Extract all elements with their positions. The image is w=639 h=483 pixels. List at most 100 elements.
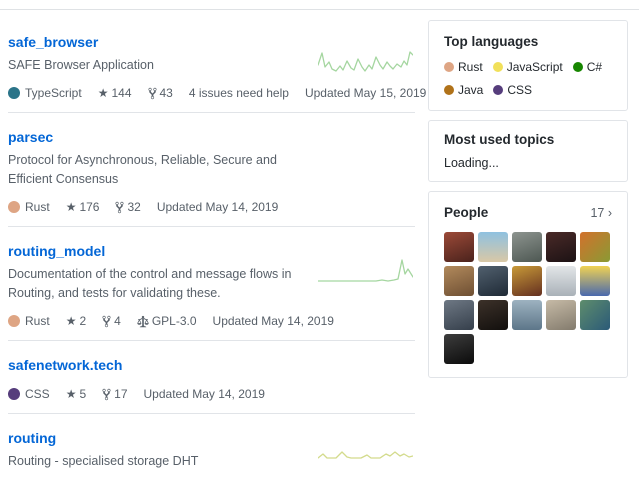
repo-meta: Rust ★ 176 32 Updated May 14, 2019: [8, 200, 415, 214]
avatar[interactable]: [512, 232, 542, 262]
stars-link[interactable]: ★ 144: [98, 86, 132, 100]
stars-count: 144: [111, 86, 132, 100]
avatar[interactable]: [512, 266, 542, 296]
forks-link[interactable]: 4: [102, 314, 121, 328]
avatar[interactable]: [580, 266, 610, 296]
language-indicator[interactable]: CSS: [8, 387, 50, 401]
repo-meta: TypeScript ★ 144 43 4 issues need help U…: [8, 86, 426, 100]
avatar[interactable]: [478, 232, 508, 262]
avatar[interactable]: [546, 300, 576, 330]
star-icon: ★: [97, 86, 109, 100]
people-count-link[interactable]: 17 ›: [590, 206, 612, 220]
fork-icon: [147, 87, 157, 99]
repo-list: safe_browser SAFE Browser Application Ty…: [8, 10, 426, 483]
repo-link-routing[interactable]: routing: [8, 430, 415, 446]
language-chip-label: CSS: [507, 83, 533, 97]
participation-sparkline: [318, 51, 413, 72]
forks-count: 43: [159, 86, 173, 100]
language-chip-csharp[interactable]: C#: [572, 60, 603, 74]
language-label: Rust: [25, 200, 50, 214]
avatar[interactable]: [512, 300, 542, 330]
forks-count: 17: [114, 387, 128, 401]
people-card: People 17 ›: [428, 191, 628, 378]
repo-meta: CSS ★ 5 17 Updated May 14, 2019: [8, 387, 415, 401]
language-indicator[interactable]: Rust: [8, 200, 50, 214]
top-languages-card: Top languages Rust JavaScript C# Java CS…: [428, 20, 628, 111]
star-icon: ★: [65, 387, 77, 401]
language-chip-rust[interactable]: Rust: [444, 60, 483, 74]
fork-icon: [115, 201, 125, 213]
stars-count: 2: [79, 314, 87, 328]
avatar[interactable]: [444, 334, 474, 364]
avatar[interactable]: [444, 300, 474, 330]
language-indicator[interactable]: TypeScript: [8, 86, 82, 100]
repo-item-parsec: parsec Protocol for Asynchronous, Reliab…: [8, 113, 415, 227]
repo-meta: Rust ★ 2 4 GPL-3.0 Updated May 14, 2019: [8, 314, 415, 328]
repo-description: Protocol for Asynchronous, Reliable, Sec…: [8, 153, 277, 186]
avatar[interactable]: [580, 300, 610, 330]
language-dot: [444, 85, 454, 95]
language-chip-list: Rust JavaScript C# Java CSS: [444, 60, 612, 97]
stars-link[interactable]: ★ 5: [66, 387, 86, 401]
top-languages-title: Top languages: [444, 34, 539, 49]
language-dot: [8, 388, 20, 400]
language-label: CSS: [25, 387, 50, 401]
avatar[interactable]: [444, 266, 474, 296]
avatar[interactable]: [546, 266, 576, 296]
forks-count: 32: [127, 200, 141, 214]
help-wanted-link[interactable]: 4 issues need help: [189, 86, 289, 100]
repo-item-safenetwork-tech: safenetwork.tech CSS ★ 5 17 Updated May …: [8, 341, 415, 414]
participation-sparkline: [318, 451, 413, 459]
participation-sparkline: [318, 259, 413, 282]
avatar[interactable]: [546, 232, 576, 262]
language-chip-label: JavaScript: [506, 60, 563, 74]
language-dot: [493, 85, 504, 95]
fork-icon: [102, 315, 111, 327]
license-indicator: GPL-3.0: [137, 314, 197, 328]
fork-icon: [102, 388, 111, 400]
updated-text: Updated May 15, 2019: [304, 86, 427, 100]
language-chip-javascript[interactable]: JavaScript: [492, 60, 563, 74]
stars-count: 176: [79, 200, 100, 214]
avatar[interactable]: [580, 232, 610, 262]
forks-link[interactable]: 32: [115, 200, 141, 214]
updated-text: Updated May 14, 2019: [156, 200, 279, 214]
language-dot: [492, 62, 503, 72]
law-icon: [137, 315, 149, 327]
language-label: Rust: [25, 314, 50, 328]
avatar[interactable]: [478, 300, 508, 330]
license-label: GPL-3.0: [151, 314, 197, 328]
language-dot: [8, 315, 20, 327]
page-layout: safe_browser SAFE Browser Application Ty…: [0, 10, 639, 483]
forks-count: 4: [114, 314, 121, 328]
star-icon: ★: [65, 314, 77, 328]
forks-link[interactable]: 43: [147, 86, 173, 100]
repo-item-safe-browser: safe_browser SAFE Browser Application Ty…: [8, 10, 426, 113]
repo-description: Routing - specialised storage DHT: [8, 454, 199, 468]
stars-link[interactable]: ★ 2: [66, 314, 86, 328]
avatar[interactable]: [478, 266, 508, 296]
language-chip-label: C#: [586, 60, 603, 74]
updated-text: Updated May 14, 2019: [143, 387, 265, 401]
language-label: TypeScript: [25, 86, 82, 100]
language-indicator[interactable]: Rust: [8, 314, 50, 328]
language-dot: [8, 87, 20, 99]
language-dot: [444, 62, 454, 72]
sidebar: Top languages Rust JavaScript C# Java CS…: [428, 10, 628, 387]
language-chip-label: Java: [458, 83, 484, 97]
language-chip-css[interactable]: CSS: [493, 83, 532, 97]
stars-count: 5: [79, 387, 87, 401]
repo-link-parsec[interactable]: parsec: [8, 129, 415, 145]
people-title: People: [444, 205, 489, 220]
forks-link[interactable]: 17: [102, 387, 128, 401]
page-top-divider: [0, 0, 639, 10]
language-dot: [572, 62, 583, 72]
language-chip-java[interactable]: Java: [444, 83, 483, 97]
topics-loading-text: Loading...: [444, 156, 499, 170]
avatar[interactable]: [444, 232, 474, 262]
most-used-topics-card: Most used topics Loading...: [428, 120, 628, 182]
people-header: People 17 ›: [444, 205, 612, 220]
repo-link-safenetwork-tech[interactable]: safenetwork.tech: [8, 357, 415, 373]
updated-text: Updated May 14, 2019: [212, 314, 334, 328]
stars-link[interactable]: ★ 176: [66, 200, 100, 214]
